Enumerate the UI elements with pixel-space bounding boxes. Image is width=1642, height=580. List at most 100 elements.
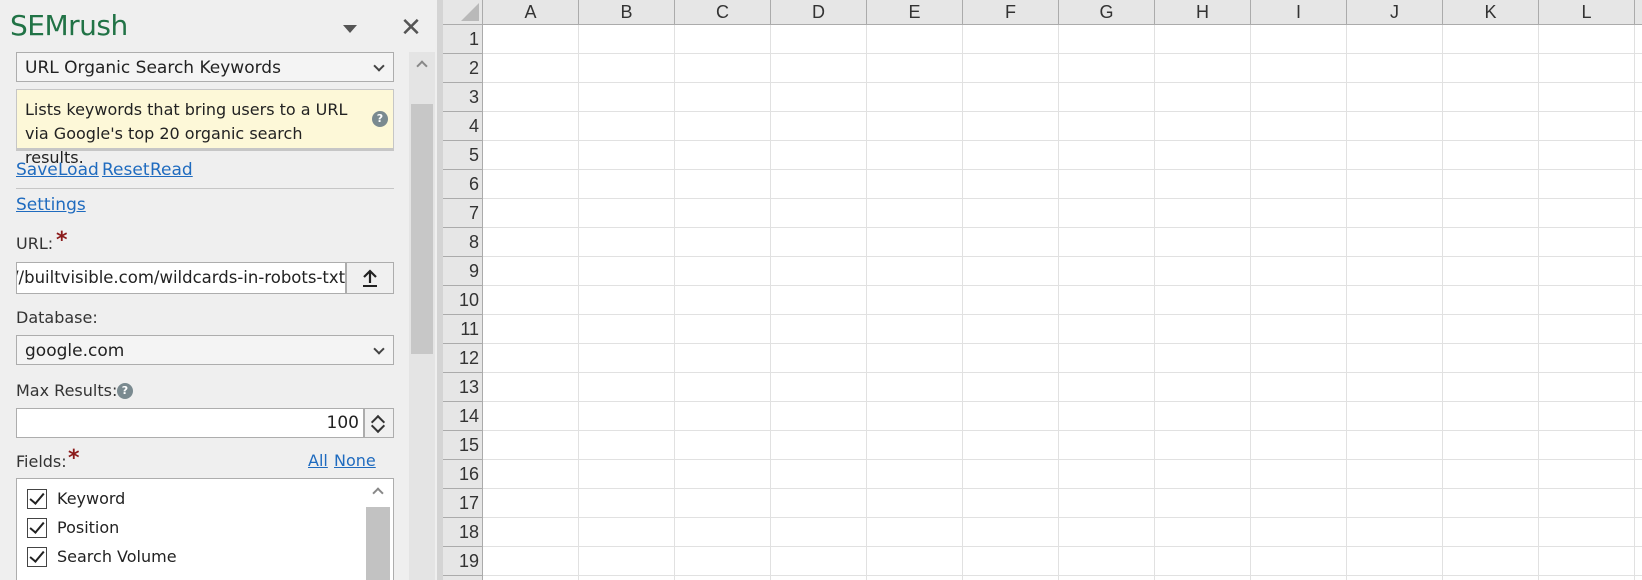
column-header-c[interactable]: C [675, 0, 771, 25]
grid-line [483, 53, 1642, 54]
checkbox[interactable] [27, 518, 47, 538]
select-all-fields-link[interactable]: All [308, 451, 328, 470]
column-header-h[interactable]: H [1155, 0, 1251, 25]
database-value: google.com [25, 341, 125, 361]
help-icon[interactable]: ? [117, 383, 133, 399]
max-results-stepper[interactable] [364, 408, 394, 438]
scrollbar-thumb[interactable] [366, 507, 390, 580]
column-header-l[interactable]: L [1539, 0, 1635, 25]
required-marker: * [68, 446, 80, 471]
scroll-up-icon[interactable] [372, 487, 384, 499]
settings-link[interactable]: Settings [16, 195, 86, 215]
column-header-f[interactable]: F [963, 0, 1059, 25]
column-header-i[interactable]: I [1251, 0, 1347, 25]
pane-header: SEMrush ✕ [0, 0, 437, 52]
field-label: Position [57, 518, 120, 537]
grid-line [483, 517, 1642, 518]
grid-line [483, 285, 1642, 286]
grid-line [483, 488, 1642, 489]
grid-line [483, 227, 1642, 228]
scrollbar-thumb[interactable] [411, 104, 433, 354]
grid-line [483, 256, 1642, 257]
select-all-corner[interactable] [443, 0, 483, 25]
row-header-10[interactable]: 10 [443, 286, 483, 315]
field-label: Search Volume [57, 547, 177, 566]
row-header-15[interactable]: 15 [443, 431, 483, 460]
grid-line [1346, 25, 1347, 580]
select-none-fields-link[interactable]: None [334, 451, 376, 470]
grid-line [578, 25, 579, 580]
url-upload-button[interactable] [346, 262, 394, 294]
grid-line [483, 82, 1642, 83]
row-header-4[interactable]: 4 [443, 112, 483, 141]
read-link[interactable]: Read [150, 160, 193, 180]
grid-line [483, 314, 1642, 315]
url-label: URL: [16, 234, 54, 253]
grid-line [483, 343, 1642, 344]
help-icon[interactable]: ? [372, 111, 388, 127]
close-pane-button[interactable]: ✕ [399, 14, 423, 42]
row-header-16[interactable]: 16 [443, 460, 483, 489]
spreadsheet: ABCDEFGHIJKL 1 2 3 4 5 6 7 8 9 10 11 12 13 14 15 16 17 18… [443, 0, 1642, 580]
close-icon: ✕ [400, 13, 422, 43]
grid-line [1442, 25, 1443, 580]
checkbox[interactable] [27, 489, 47, 509]
cell-grid[interactable] [483, 25, 1642, 580]
column-header-d[interactable]: D [771, 0, 867, 25]
fields-list: Keyword Position Search Volume [16, 478, 394, 580]
url-input[interactable]: //builtvisible.com/wildcards-in-robots-t… [16, 262, 346, 294]
grid-line [483, 111, 1642, 112]
grid-line [674, 25, 675, 580]
fields-scrollbar[interactable] [365, 481, 391, 580]
row-header-5[interactable]: 5 [443, 141, 483, 170]
grid-line [866, 25, 867, 580]
grid-line [483, 459, 1642, 460]
row-header-6[interactable]: 6 [443, 170, 483, 199]
pane-options-menu[interactable] [341, 22, 359, 36]
row-header-3[interactable]: 3 [443, 83, 483, 112]
row-header-11[interactable]: 11 [443, 315, 483, 344]
row-header-18[interactable]: 18 [443, 518, 483, 547]
grid-line [483, 575, 1642, 576]
upload-arrow-icon [363, 269, 377, 287]
column-header-j[interactable]: J [1347, 0, 1443, 25]
row-header-13[interactable]: 13 [443, 373, 483, 402]
fields-label: Fields: [16, 452, 67, 471]
row-header-8[interactable]: 8 [443, 228, 483, 257]
row-header-9[interactable]: 9 [443, 257, 483, 286]
row-header-17[interactable]: 17 [443, 489, 483, 518]
grid-line [483, 430, 1642, 431]
grid-line [483, 401, 1642, 402]
grid-line [483, 372, 1642, 373]
divider [16, 149, 394, 151]
row-header-2[interactable]: 2 [443, 54, 483, 83]
column-header-k[interactable]: K [1443, 0, 1539, 25]
checkbox[interactable] [27, 547, 47, 567]
report-type-select[interactable]: URL Organic Search Keywords [16, 52, 394, 82]
pane-scrollbar[interactable] [409, 52, 435, 580]
column-header-a[interactable]: A [483, 0, 579, 25]
grid-line [1058, 25, 1059, 580]
column-headers: ABCDEFGHIJKL [483, 0, 1642, 25]
save-link[interactable]: Save [16, 160, 58, 180]
row-header-12[interactable]: 12 [443, 344, 483, 373]
max-results-input[interactable]: 100 [16, 408, 364, 438]
chevron-down-icon [373, 60, 385, 72]
load-link[interactable]: Load [58, 160, 99, 180]
row-header-14[interactable]: 14 [443, 402, 483, 431]
row-header-7[interactable]: 7 [443, 199, 483, 228]
row-header-19[interactable]: 19 [443, 547, 483, 576]
reset-link[interactable]: Reset [102, 160, 150, 180]
column-header-g[interactable]: G [1059, 0, 1155, 25]
column-header-e[interactable]: E [867, 0, 963, 25]
database-label: Database: [16, 308, 98, 327]
row-header-1[interactable]: 1 [443, 25, 483, 54]
scroll-up-icon[interactable] [416, 60, 428, 72]
required-marker: * [56, 228, 68, 253]
report-type-value: URL Organic Search Keywords [25, 58, 281, 78]
database-select[interactable]: google.com [16, 335, 394, 365]
url-value: //builtvisible.com/wildcards-in-robots-t… [16, 268, 346, 287]
column-header-b[interactable]: B [579, 0, 675, 25]
max-results-value: 100 [326, 413, 359, 433]
grid-line [1538, 25, 1539, 580]
